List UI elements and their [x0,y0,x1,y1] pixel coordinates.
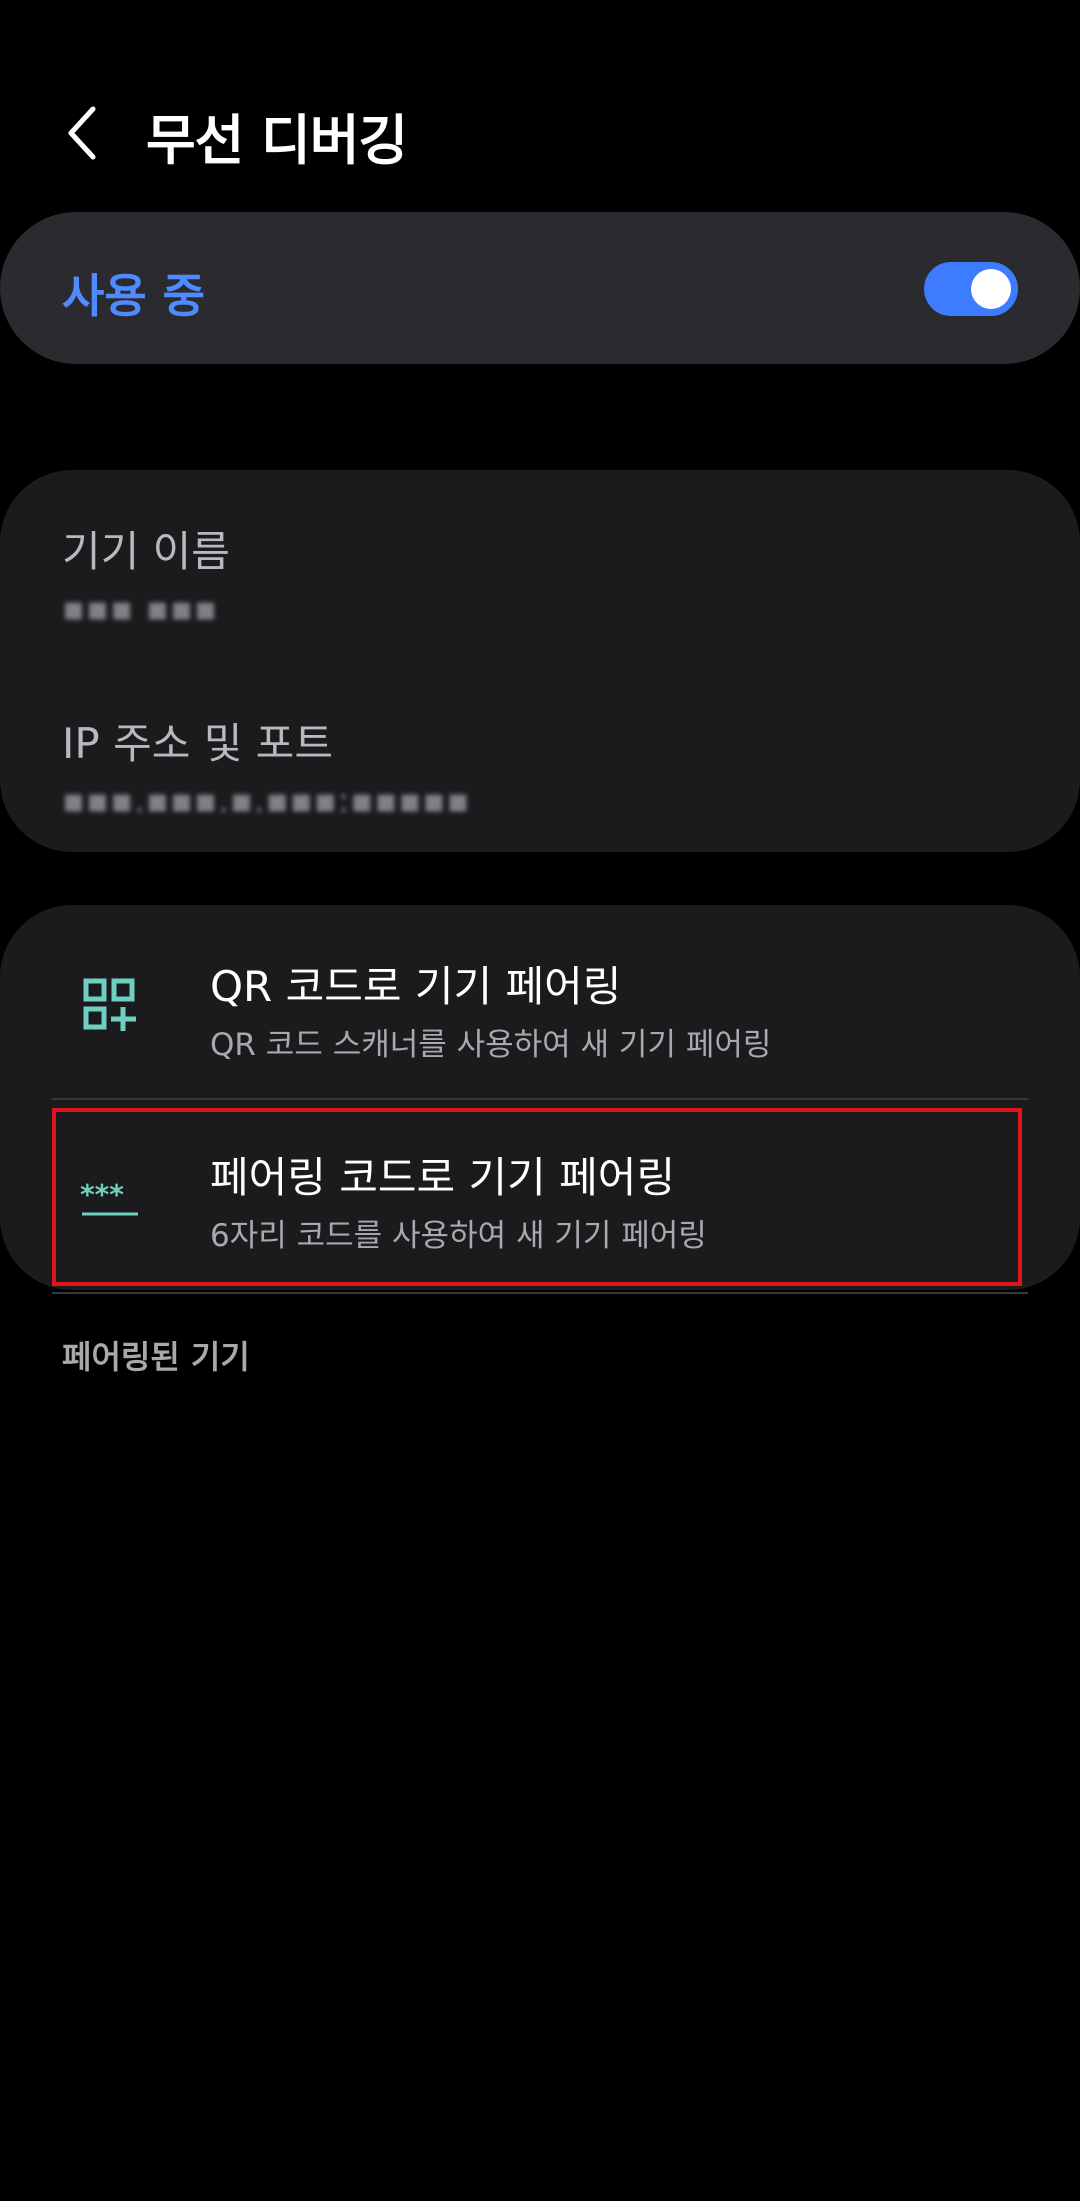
toggle-label: 사용 중 [62,269,205,323]
qr-pairing-title: QR 코드로 기기 페어링 [210,962,622,1011]
ip-port-row: IP 주소 및 포트 ▪▪▪.▪▪▪.▪.▪▪▪:▪▪▪▪▪ [62,710,471,821]
divider [52,1292,1028,1294]
device-info-card: 기기 이름 ▪▪▪ ▪▪▪ IP 주소 및 포트 ▪▪▪.▪▪▪.▪.▪▪▪:▪… [0,470,1080,852]
qr-pairing-subtitle: QR 코드 스캐너를 사용하여 새 기기 페어링 [210,1027,772,1063]
qr-pairing-item[interactable]: QR 코드로 기기 페어링 QR 코드 스캐너를 사용하여 새 기기 페어링 [0,905,1080,1095]
device-name-row: 기기 이름 ▪▪▪ ▪▪▪ [62,518,230,629]
qr-code-icon [83,978,136,1031]
ip-port-value: ▪▪▪.▪▪▪.▪.▪▪▪:▪▪▪▪▪ [62,781,471,821]
highlight-box [52,1108,1022,1286]
app-header: 무선 디버깅 [0,80,1080,180]
screen: 무선 디버깅 사용 중 기기 이름 ▪▪▪ ▪▪▪ IP 주소 및 포트 ▪▪▪… [0,0,1080,2201]
paired-devices-header: 페어링된 기기 [62,1338,250,1376]
device-name-value: ▪▪▪ ▪▪▪ [62,589,219,629]
device-name-title: 기기 이름 [62,527,230,576]
back-button[interactable] [48,98,118,168]
wireless-debugging-toggle-row[interactable]: 사용 중 [0,212,1080,364]
page-title: 무선 디버깅 [146,109,408,172]
ip-port-title: IP 주소 및 포트 [62,719,333,768]
chevron-left-icon [68,106,96,160]
wireless-debugging-switch[interactable] [924,262,1018,316]
switch-knob [971,269,1011,309]
